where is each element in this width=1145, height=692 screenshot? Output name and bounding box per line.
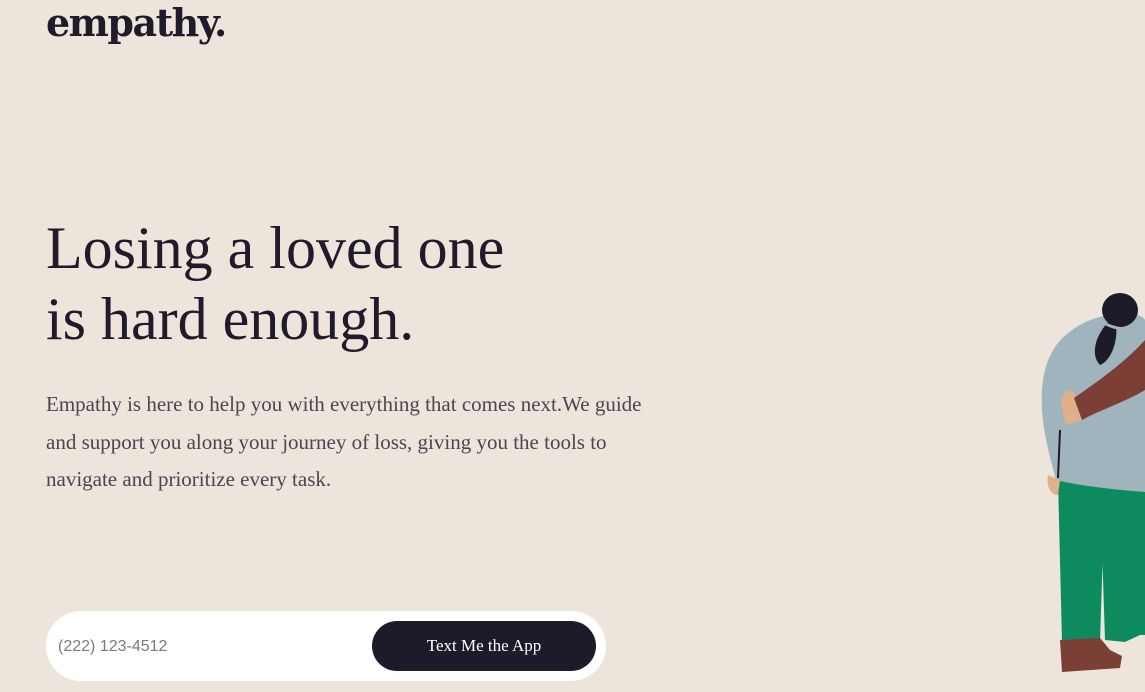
hero-headline-line-2: is hard enough.	[46, 286, 415, 352]
text-me-the-app-button[interactable]: Text Me the App	[372, 621, 596, 671]
figure-right-leg	[1100, 485, 1145, 642]
empathy-logo[interactable]: empathy.	[46, 2, 227, 44]
figure-left-leg	[1058, 480, 1105, 642]
figure-hair-bun	[1102, 293, 1138, 327]
figure-shoe	[1060, 638, 1122, 672]
hero-section: Losing a loved one is hard enough.	[46, 213, 686, 355]
phone-number-input[interactable]	[56, 628, 360, 666]
hero-headline-line-1: Losing a loved one	[46, 215, 505, 281]
hugging-people-illustration	[1041, 293, 1145, 672]
hero-headline: Losing a loved one is hard enough.	[46, 213, 686, 355]
text-me-form: Text Me the App	[46, 611, 606, 681]
hero-description: Empathy is here to help you with everyth…	[46, 392, 642, 491]
